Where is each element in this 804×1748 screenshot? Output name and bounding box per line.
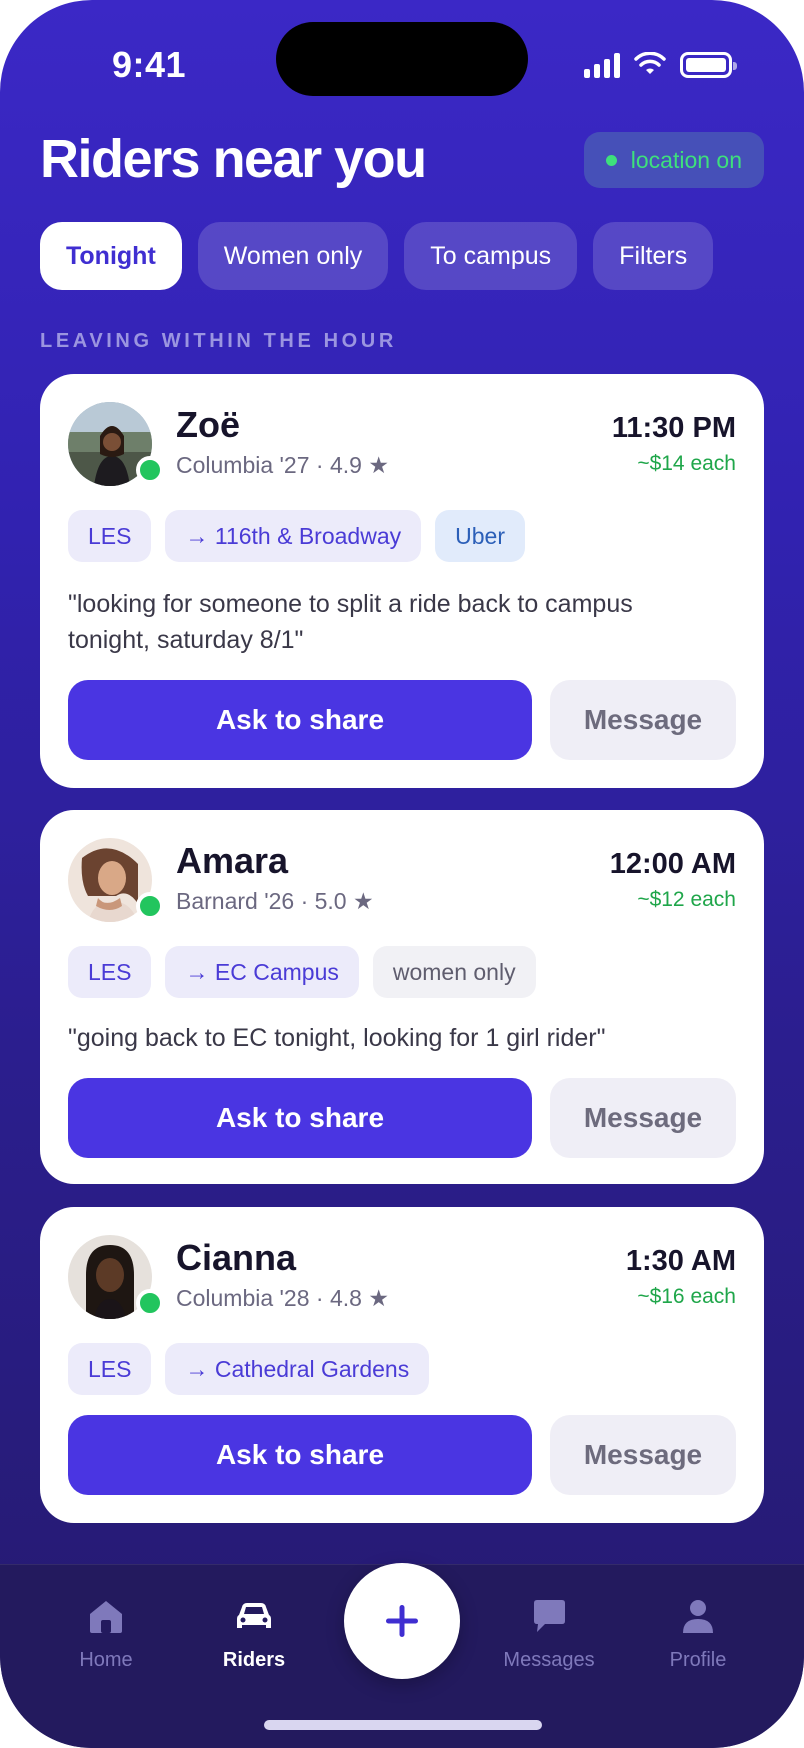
tab-riders[interactable]: Riders [184,1595,324,1672]
location-status-pill[interactable]: location on [583,132,764,188]
tag-row: LES → 116th & Broadway Uber [68,510,525,562]
tag-women-only: women only [372,946,536,998]
message-button[interactable]: Message [550,680,736,760]
tab-label-riders: Riders [222,1649,286,1671]
rider-meta: Columbia '27 · 4.9 ★ [176,452,389,478]
price-estimate: ~$16 each [637,1285,736,1308]
battery-icon [680,52,737,78]
person-icon [683,1600,713,1633]
tab-label-messages: Messages [503,1649,595,1671]
tag-destination: → EC Campus [165,946,359,998]
rider-quote: "going back to EC tonight, looking for 1… [68,1024,606,1052]
plus-icon [386,1605,418,1637]
rider-name: Cianna [176,1237,297,1278]
home-icon [90,1601,122,1633]
ask-to-share-button[interactable]: Ask to share [68,1078,532,1158]
filter-chip-filters[interactable]: Filters [593,222,714,290]
location-dot-icon [605,154,617,166]
price-estimate: ~$14 each [637,452,736,475]
tab-label-home: Home [79,1649,133,1671]
ask-to-share-button[interactable]: Ask to share [68,1415,532,1495]
ask-to-share-button[interactable]: Ask to share [68,680,532,760]
rider-card: Cianna Columbia '28 · 4.8 ★ 1:30 AM ~$16… [40,1207,764,1523]
tag-destination: → 116th & Broadway [165,510,422,562]
online-indicator [136,892,164,920]
car-icon [237,1603,271,1628]
dynamic-island [276,22,528,96]
tag-destination: → Cathedral Gardens [165,1343,430,1395]
tag-row: LES → EC Campus women only [68,946,536,998]
filter-chip-tonight[interactable]: Tonight [40,222,182,290]
section-label: LEAVING WITHIN THE HOUR [40,330,397,352]
message-button[interactable]: Message [550,1415,736,1495]
status-icons [584,52,737,78]
tab-messages[interactable]: Messages [479,1595,619,1672]
online-indicator [136,456,164,484]
rider-meta: Columbia '28 · 4.8 ★ [176,1285,389,1311]
rider-card: Zoë Columbia '27 · 4.9 ★ 11:30 PM ~$14 e… [40,374,764,788]
rider-name: Zoë [176,404,241,445]
rider-name: Amara [176,840,289,881]
wifi-icon [634,52,666,74]
page-title: Riders near you [40,129,427,189]
phone-screen: 9:41 Riders near you location on Tonight… [0,0,804,1748]
home-indicator[interactable] [264,1720,542,1730]
tag-origin: LES [68,1343,152,1395]
status-time: 9:41 [112,44,187,85]
tag-service: Uber [435,510,525,562]
tab-home[interactable]: Home [36,1595,176,1672]
rider-card: Amara Barnard '26 · 5.0 ★ 12:00 AM ~$12 … [40,810,764,1184]
rider-quote: "looking for someone to split a ride bac… [68,590,633,654]
departure-time: 11:30 PM [611,412,736,444]
departure-time: 12:00 AM [609,848,736,880]
add-ride-button[interactable] [344,1563,460,1679]
cellular-signal-icon [584,52,620,78]
tag-origin: LES [68,946,152,998]
filter-chip-women-only[interactable]: Women only [197,222,389,290]
filter-chip-to-campus[interactable]: To campus [404,222,578,290]
online-indicator [136,1289,164,1317]
tag-row: LES → Cathedral Gardens [68,1343,430,1395]
location-status-label: location on [630,146,742,173]
tag-origin: LES [68,510,152,562]
tab-label-profile: Profile [669,1649,727,1671]
departure-time: 1:30 AM [625,1245,736,1277]
rider-meta: Barnard '26 · 5.0 ★ [176,888,374,914]
tab-profile[interactable]: Profile [628,1595,768,1672]
price-estimate: ~$12 each [637,888,736,911]
message-button[interactable]: Message [550,1078,736,1158]
chat-icon [534,1600,565,1632]
filter-chips: Tonight Women only To campus Filters [40,222,714,290]
